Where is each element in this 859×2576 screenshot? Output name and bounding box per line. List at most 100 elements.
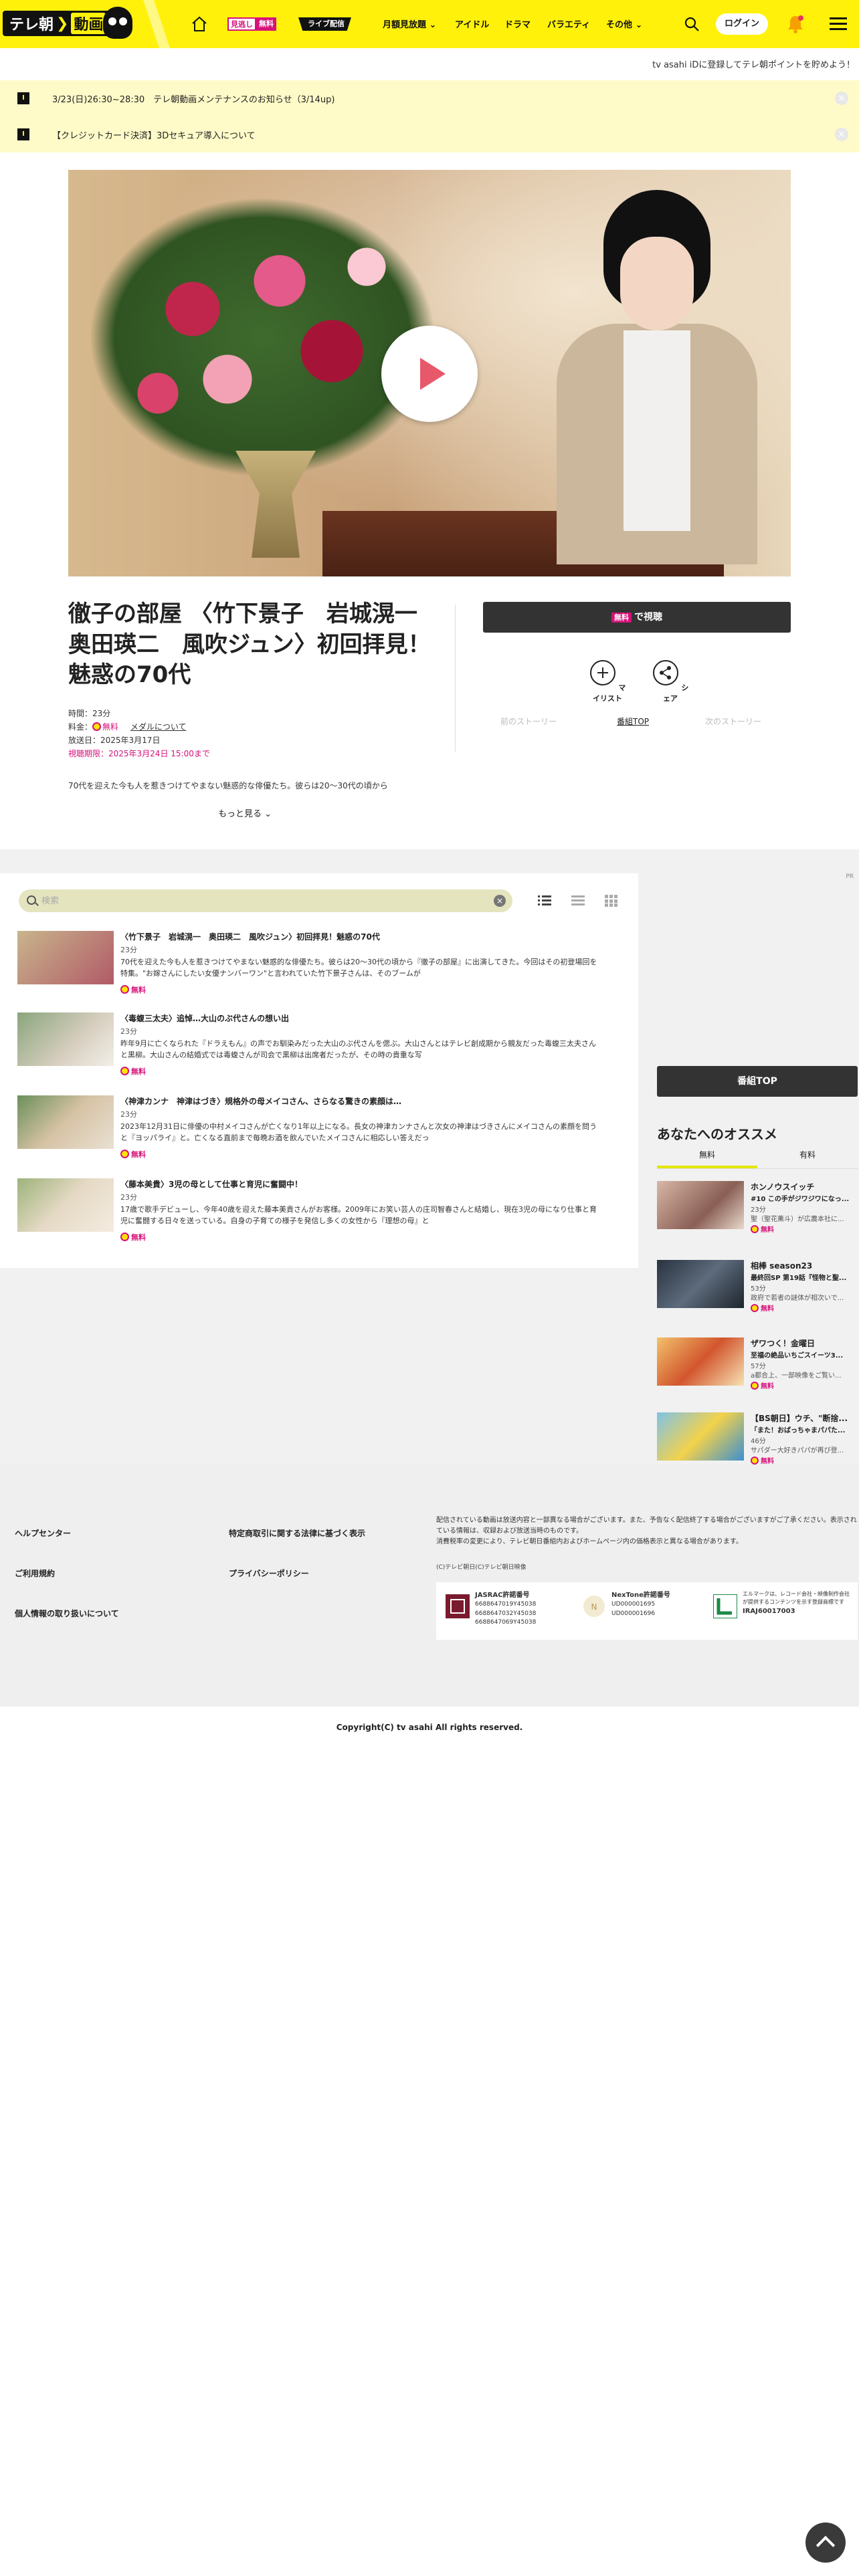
program-top-link[interactable]: 番組TOP [617, 716, 649, 727]
notice-bar[interactable]: 【クレジットカード決済】3Dセキュア導入について × [0, 116, 859, 152]
episode-thumbnail [17, 931, 114, 984]
chevron-down-icon: ⌄ [635, 20, 643, 30]
tvasahi-id-note[interactable]: tv asahi iDに登録してテレ朝ポイントを貯めよう！ [652, 58, 855, 70]
episode-description: 70代を迎えた今も人を惹きつけてやまない魅惑的な俳優たち。彼らは20～30代の頃… [120, 958, 597, 978]
nextone-info: NexTone許諾番号 UD000001695 UD000001696 [611, 1590, 670, 1618]
free-label: 無料 [256, 17, 276, 31]
medal-link[interactable]: メダルについて [130, 722, 187, 732]
menu-icon[interactable] [830, 17, 847, 31]
free-label: 無料 [761, 1305, 774, 1313]
episode-title: 〈竹下景子 岩城滉一 奥田瑛二 風吹ジュン〉初回拝見！魅惑の70代 [120, 932, 380, 942]
free-coin-icon [92, 722, 102, 731]
site-logo[interactable]: テレ朝 ❯ 動画 [0, 0, 134, 48]
recommend-item[interactable]: 【BS朝日】ウチ、"断捨... 「また！おばっちゃまパパた... 46分 サパダ… [657, 1412, 858, 1466]
host-shirt [624, 330, 690, 531]
mascot-icon [103, 7, 132, 39]
episode-item[interactable]: 〈毒蝮三太夫〉追悼…大山のぶ代さんの想い出 23分 昨年9月に亡くなられた『ドラ… [17, 1012, 606, 1086]
privacy-handling-link[interactable]: 個人情報の取り扱いについて [15, 1608, 119, 1619]
lmark-logo-icon [713, 1594, 737, 1618]
lmark-info: エルマークは、レコード会社・映像制作会社が提供するコンテンツを示す登録商標です … [743, 1590, 850, 1616]
terms-link[interactable]: ご利用規約 [15, 1568, 55, 1579]
logo-text: テレ朝 ❯ 動画 [3, 11, 113, 36]
tab-paid[interactable]: 有料 [757, 1149, 858, 1166]
episode-free-badge: 無料 [120, 1149, 146, 1160]
back-to-top-button[interactable] [805, 2523, 846, 2563]
search-input[interactable] [41, 889, 483, 912]
site-footer: ヘルプセンター ご利用規約 個人情報の取り扱いについて 特定商取引に関する法律に… [0, 1465, 859, 1707]
program-top-button[interactable]: 番組TOP [657, 1066, 858, 1097]
copyright: Copyright(C) tv asahi All rights reserve… [336, 1723, 523, 1732]
free-coin-icon [120, 1150, 129, 1158]
nav-others[interactable]: その他 ⌄ [606, 17, 642, 30]
recommend-item[interactable]: 相棒 season23 最終回SP 第19話『怪物と聖... 53分 政府で若者… [657, 1260, 858, 1313]
close-icon[interactable]: × [835, 92, 848, 105]
episode-thumbnail [17, 1012, 114, 1066]
logo-text-a: テレ朝 [9, 17, 54, 33]
recommend-title-text: 【BS朝日】ウチ、"断捨... [751, 1414, 848, 1423]
commerce-law-link[interactable]: 特定商取引に関する法律に基づく表示 [229, 1527, 365, 1539]
notice-bar[interactable]: 3/23(日)26:30~28:30 テレ朝動画メンテナンスのお知らせ（3/14… [0, 80, 859, 116]
recommend-thumbnail [657, 1337, 744, 1386]
recommend-title: あなたへのオススメ [657, 1126, 777, 1142]
episode-item[interactable]: 〈神津カンナ 神津はづき〉規格外の母メイコさん、さらなる驚きの素顔は… 23分 … [17, 1095, 606, 1169]
show-more-label: もっと見る [218, 809, 262, 819]
search-icon[interactable] [682, 15, 701, 33]
mylist-button[interactable]: マイリスト [587, 659, 628, 704]
program-title: 徹子の部屋 〈竹下景子 岩城滉一 奥田瑛二 風吹ジュン〉初回拝見！魅惑の70代 [68, 601, 440, 689]
recommend-item[interactable]: ホンノウスイッチ #10 この手がジワジワになっ... 23分 聖（聖花薫斗）が… [657, 1181, 858, 1235]
free-label: 無料 [131, 1150, 146, 1159]
episode-list-panel: × 〈竹下景子 岩城滉一 奥田瑛二 風吹ジュン〉初回拝見！魅惑の70代 23分 … [0, 873, 638, 1268]
free-label: 無料 [131, 1067, 146, 1076]
video-player[interactable] [68, 170, 791, 576]
free-coin-icon [120, 1067, 129, 1075]
share-icon [652, 660, 678, 685]
grid-view-icon[interactable] [605, 895, 618, 907]
next-story-link[interactable]: 次のストーリー [705, 716, 761, 727]
close-icon[interactable]: × [835, 128, 848, 141]
nav-idol[interactable]: アイドル [455, 17, 489, 30]
nav-monthly[interactable]: 月額見放題 ⌄ [383, 17, 436, 30]
home-icon[interactable] [190, 15, 209, 33]
play-button[interactable] [381, 326, 478, 422]
tab-free[interactable]: 無料 [657, 1149, 757, 1168]
episode-item[interactable]: 〈藤本美貴〉3児の母として仕事と育児に奮闘中！ 23分 17歳で歌手デビューし、… [17, 1178, 606, 1252]
plus-icon [589, 660, 615, 685]
recommend-item[interactable]: ザワつく！金曜日 至福の絶品いちごスイーツ3... 57分 a都合上、一部映像を… [657, 1337, 858, 1391]
episode-item[interactable]: 〈竹下景子 岩城滉一 奥田瑛二 風吹ジュン〉初回拝見！魅惑の70代 23分 70… [17, 931, 606, 1004]
live-badge[interactable]: ライブ配信 [298, 17, 351, 31]
show-more-button[interactable]: もっと見る ⌄ [218, 807, 272, 819]
episode-thumbnail [17, 1095, 114, 1149]
lmark-number: IRAJ60017003 [743, 1608, 795, 1615]
footer-note: 配信されている動画は放送内容と一部異なる場合がございます。また、予告なく配信終了… [436, 1517, 857, 1545]
privacy-policy-link[interactable]: プライバシーポリシー [229, 1568, 309, 1579]
nav-variety[interactable]: バラエティ [547, 17, 590, 30]
free-coin-icon [751, 1382, 759, 1390]
share-button[interactable]: シェア [650, 659, 690, 704]
price-label: 料金： [68, 722, 93, 732]
episode-description: 2023年12月31日に俳優の中村メイコさんが亡くなり1年以上になる。長女の神津… [120, 1122, 597, 1143]
help-center-link[interactable]: ヘルプセンター [15, 1527, 71, 1539]
watch-button[interactable]: 無料 で視聴 [483, 602, 791, 633]
nextone-title: NexTone許諾番号 [611, 1592, 670, 1599]
clear-icon[interactable]: × [494, 895, 506, 907]
recommend-subtitle: 「また！おばっちゃまパパた... [751, 1427, 846, 1434]
recommend-duration: 53分 [751, 1285, 766, 1293]
notice-text: 【クレジットカード決済】3Dセキュア導入について [52, 130, 256, 141]
episode-search[interactable]: × [19, 889, 512, 912]
free-coin-icon [120, 985, 129, 994]
nav-drama[interactable]: ドラマ [504, 17, 531, 30]
recommend-subtitle: 至福の絶品いちごスイーツ3... [751, 1352, 844, 1360]
prev-story-link[interactable]: 前のストーリー [500, 716, 557, 727]
bell-icon[interactable] [785, 13, 805, 35]
detail-list-icon[interactable] [571, 895, 585, 907]
login-button[interactable]: ログイン [716, 13, 768, 35]
hero-host-image [550, 190, 757, 564]
mitoshi-free-badge[interactable]: 見逃し 無料 [227, 17, 276, 31]
footer-small-copyright: (C)テレビ朝日(C)テレビ朝日映像 [436, 1564, 527, 1571]
hero-flowers [88, 197, 436, 477]
recommend-free-badge: 無料 [751, 1455, 774, 1465]
notice-icon [17, 128, 29, 140]
notice-icon [17, 92, 29, 104]
free-coin-icon [751, 1457, 759, 1465]
list-view-icon[interactable] [538, 895, 551, 907]
